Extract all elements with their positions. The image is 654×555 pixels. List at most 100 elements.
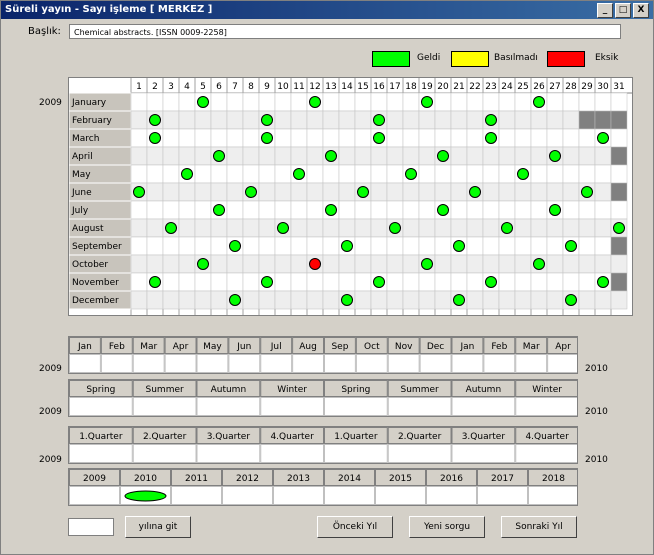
day-cell[interactable] — [162, 110, 180, 130]
day-cell[interactable] — [178, 110, 196, 130]
day-cell[interactable] — [290, 146, 308, 166]
day-cell[interactable] — [562, 182, 580, 202]
day-cell[interactable] — [594, 236, 612, 256]
day-cell[interactable] — [514, 146, 532, 166]
day-cell[interactable] — [210, 92, 228, 112]
issue-arrived-marker[interactable] — [453, 240, 465, 252]
day-cell[interactable] — [562, 254, 580, 274]
day-cell[interactable] — [498, 290, 516, 310]
period-cell[interactable] — [387, 354, 420, 373]
period-cell[interactable] — [515, 354, 548, 373]
issue-arrived-marker[interactable] — [341, 294, 353, 306]
day-cell[interactable] — [450, 200, 468, 220]
day-cell[interactable] — [146, 290, 164, 310]
day-cell[interactable] — [562, 110, 580, 130]
period-cell[interactable] — [69, 354, 101, 373]
day-cell[interactable] — [450, 182, 468, 202]
day-cell[interactable] — [434, 128, 452, 148]
day-cell[interactable] — [322, 164, 340, 184]
day-cell[interactable] — [594, 92, 612, 112]
day-cell[interactable] — [434, 164, 452, 184]
day-cell[interactable] — [194, 290, 212, 310]
issue-arrived-marker[interactable] — [501, 222, 513, 234]
day-cell[interactable] — [386, 92, 404, 112]
day-cell[interactable] — [578, 128, 596, 148]
day-cell[interactable] — [466, 200, 484, 220]
day-cell[interactable] — [178, 128, 196, 148]
period-cell[interactable] — [451, 444, 516, 463]
day-cell[interactable] — [514, 200, 532, 220]
day-cell[interactable] — [514, 218, 532, 238]
monthly-issue-grid[interactable]: Jan Feb Mar Apr May Jun Jul Aug Sep Oct Nov Dec Jan F… — [68, 336, 578, 374]
day-cell[interactable] — [354, 290, 372, 310]
day-cell[interactable] — [306, 200, 324, 220]
day-cell[interactable] — [466, 290, 484, 310]
issue-arrived-marker[interactable] — [517, 168, 529, 180]
day-cell[interactable] — [386, 128, 404, 148]
day-cell[interactable] — [338, 128, 356, 148]
day-cell[interactable] — [482, 182, 500, 202]
day-cell[interactable] — [434, 236, 452, 256]
issue-calendar-grid[interactable]: 1 2 3 4 5 6 7 8 9 10 11 12 13 14 15 16 17 18 19 20 21 22 23 24 2… — [68, 77, 633, 316]
day-cell[interactable] — [482, 146, 500, 166]
day-cell[interactable] — [290, 182, 308, 202]
day-cell[interactable] — [210, 290, 228, 310]
day-cell[interactable] — [274, 110, 292, 130]
issue-arrived-marker[interactable] — [293, 168, 305, 180]
day-cell[interactable] — [130, 146, 148, 166]
day-cell[interactable] — [450, 272, 468, 292]
day-cell[interactable] — [162, 200, 180, 220]
day-cell[interactable] — [370, 200, 388, 220]
day-cell[interactable] — [242, 128, 260, 148]
day-cell[interactable] — [562, 200, 580, 220]
day-cell[interactable] — [178, 272, 196, 292]
day-cell[interactable] — [610, 200, 628, 220]
day-cell[interactable] — [226, 92, 244, 112]
day-cell[interactable] — [578, 290, 596, 310]
day-cell[interactable] — [498, 200, 516, 220]
day-cell[interactable] — [546, 272, 564, 292]
day-cell[interactable] — [290, 110, 308, 130]
day-cell[interactable] — [610, 182, 628, 202]
day-cell[interactable] — [578, 92, 596, 112]
day-cell[interactable] — [482, 92, 500, 112]
day-cell[interactable] — [530, 146, 548, 166]
issue-arrived-marker[interactable] — [565, 240, 577, 252]
period-cell[interactable] — [387, 397, 452, 416]
day-cell[interactable] — [258, 290, 276, 310]
day-cell[interactable] — [258, 218, 276, 238]
day-cell[interactable] — [578, 110, 596, 130]
day-cell[interactable] — [530, 128, 548, 148]
issue-arrived-marker[interactable] — [373, 114, 385, 126]
issue-arrived-marker[interactable] — [309, 96, 321, 108]
period-cell[interactable] — [260, 354, 293, 373]
day-cell[interactable] — [370, 182, 388, 202]
day-cell[interactable] — [450, 110, 468, 130]
issue-arrived-marker[interactable] — [341, 240, 353, 252]
issue-arrived-marker[interactable] — [325, 150, 337, 162]
day-cell[interactable] — [418, 200, 436, 220]
day-cell[interactable] — [498, 128, 516, 148]
day-cell[interactable] — [402, 92, 420, 112]
day-cell[interactable] — [226, 164, 244, 184]
day-cell[interactable] — [338, 92, 356, 112]
day-cell[interactable] — [290, 128, 308, 148]
day-cell[interactable] — [194, 218, 212, 238]
period-cell[interactable] — [483, 354, 516, 373]
day-cell[interactable] — [434, 182, 452, 202]
day-cell[interactable] — [370, 290, 388, 310]
issue-arrived-marker[interactable] — [197, 258, 209, 270]
day-cell[interactable] — [306, 146, 324, 166]
day-cell[interactable] — [434, 218, 452, 238]
day-cell[interactable] — [338, 254, 356, 274]
day-cell[interactable] — [466, 254, 484, 274]
day-cell[interactable] — [194, 110, 212, 130]
day-cell[interactable] — [130, 272, 148, 292]
day-cell[interactable] — [178, 182, 196, 202]
day-cell[interactable] — [530, 164, 548, 184]
day-cell[interactable] — [274, 146, 292, 166]
day-cell[interactable] — [610, 146, 628, 166]
day-cell[interactable] — [354, 200, 372, 220]
day-cell[interactable] — [402, 218, 420, 238]
seasonal-issue-grid[interactable]: Spring Summer Autumn Winter Spring Summer Autu… — [68, 379, 578, 417]
